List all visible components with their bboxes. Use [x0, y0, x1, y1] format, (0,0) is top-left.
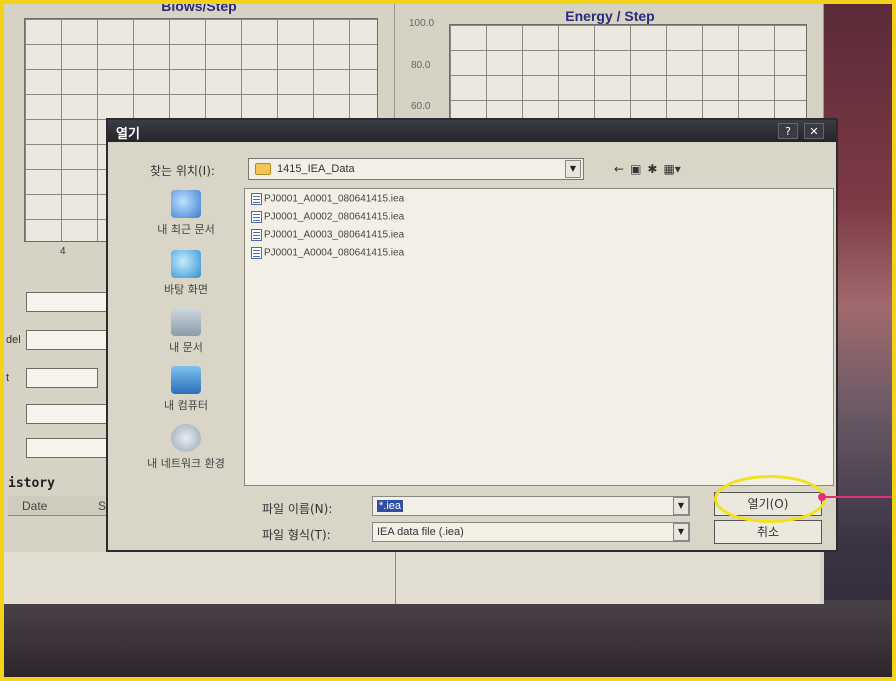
field-label: del — [6, 334, 21, 346]
y-tick-label: 80.0 — [411, 60, 431, 71]
file-icon — [251, 211, 262, 223]
network-icon — [171, 424, 201, 452]
back-icon[interactable]: ← — [614, 162, 624, 176]
file-list[interactable]: PJ0001_A0001_080641415.iea PJ0001_A0002_… — [244, 188, 834, 486]
history-list — [4, 552, 395, 604]
text-field[interactable] — [26, 292, 110, 312]
desktop-background — [0, 600, 896, 681]
y-tick-label: 60.0 — [411, 101, 431, 112]
chevron-down-icon[interactable]: ▼ — [673, 497, 689, 515]
chart-title: Blows/Step — [161, 0, 237, 14]
recent-documents-icon — [171, 190, 201, 218]
look-in-label: 찾는 위치(I): — [150, 164, 215, 178]
file-name: PJ0001_A0003_080641415.iea — [264, 229, 405, 241]
new-folder-icon[interactable]: ✱ — [647, 162, 657, 176]
pointer-arrow — [822, 496, 896, 498]
text-field[interactable] — [26, 404, 110, 424]
file-type-value: IEA data file (.iea) — [377, 526, 464, 538]
file-name-value: *.iea — [377, 500, 404, 512]
place-my-computer[interactable]: 내 컴퓨터 — [136, 366, 236, 413]
file-icon — [251, 229, 262, 241]
view-menu-icon[interactable]: ▦▾ — [663, 162, 680, 176]
chart-title: Energy / Step — [565, 8, 655, 24]
list-item[interactable]: PJ0001_A0003_080641415.iea — [251, 229, 404, 245]
lower-right-panel — [395, 552, 820, 604]
highlight-circle — [714, 475, 826, 523]
dialog-titlebar: 열기 ? ✕ — [108, 120, 836, 142]
help-button[interactable]: ? — [778, 123, 798, 139]
history-col-date: Date — [22, 499, 48, 513]
list-item[interactable]: PJ0001_A0002_080641415.iea — [251, 211, 404, 227]
file-icon — [251, 193, 262, 205]
dialog-title: 열기 — [116, 127, 140, 142]
close-button[interactable]: ✕ — [804, 123, 824, 139]
file-name-input[interactable]: *.iea ▼ — [372, 496, 690, 516]
file-icon — [251, 247, 262, 259]
cancel-button[interactable]: 취소 — [714, 520, 822, 544]
list-item[interactable]: PJ0001_A0004_080641415.iea — [251, 247, 404, 263]
file-type-select[interactable]: IEA data file (.iea) ▼ — [372, 522, 690, 542]
field-label: t — [6, 372, 10, 384]
look-in-value: 1415_IEA_Data — [277, 163, 355, 175]
my-documents-icon — [171, 308, 201, 336]
file-name-label: 파일 이름(N): — [262, 502, 333, 516]
list-item[interactable]: PJ0001_A0001_080641415.iea — [251, 193, 404, 209]
my-computer-icon — [171, 366, 201, 394]
up-folder-icon[interactable]: ▣ — [630, 162, 641, 176]
place-label: 내 네트워크 환경 — [147, 457, 225, 470]
place-label: 내 컴퓨터 — [164, 399, 208, 412]
desktop-icon — [171, 250, 201, 278]
history-table-header: Date St — [8, 496, 114, 516]
file-name: PJ0001_A0001_080641415.iea — [264, 193, 405, 205]
place-label: 내 문서 — [169, 341, 203, 354]
place-desktop[interactable]: 바탕 화면 — [136, 250, 236, 297]
file-name: PJ0001_A0002_080641415.iea — [264, 211, 405, 223]
place-network[interactable]: 내 네트워크 환경 — [136, 424, 236, 471]
text-field[interactable] — [26, 330, 110, 350]
dialog-toolbar: ← ▣ ✱ ▦▾ — [614, 162, 687, 176]
file-name: PJ0001_A0004_080641415.iea — [264, 247, 405, 259]
place-label: 내 최근 문서 — [157, 223, 215, 236]
folder-icon — [255, 163, 271, 175]
place-recent-documents[interactable]: 내 최근 문서 — [136, 190, 236, 237]
text-field[interactable] — [26, 438, 110, 458]
place-label: 바탕 화면 — [164, 283, 208, 296]
y-tick-label: 100.0 — [409, 18, 435, 29]
look-in-dropdown[interactable]: 1415_IEA_Data ▼ — [248, 158, 584, 180]
chevron-down-icon[interactable]: ▼ — [673, 523, 689, 541]
file-type-label: 파일 형식(T): — [262, 528, 331, 542]
history-title: istory — [8, 476, 55, 491]
x-tick-label: 4 — [60, 246, 66, 257]
chevron-down-icon[interactable]: ▼ — [565, 160, 581, 178]
place-my-documents[interactable]: 내 문서 — [136, 308, 236, 355]
text-field[interactable] — [26, 368, 98, 388]
